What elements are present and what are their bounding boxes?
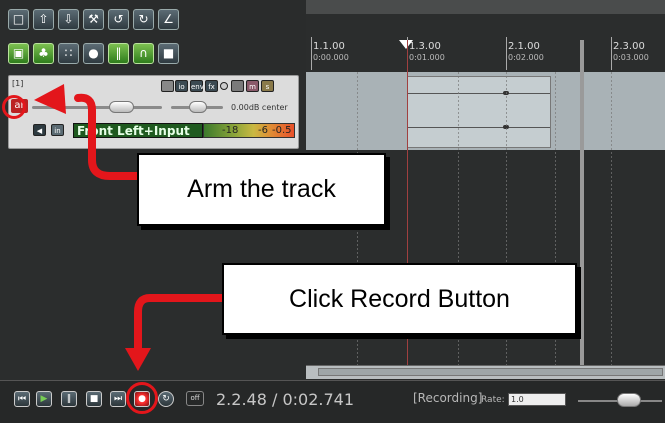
callout-arm-track: Arm the track bbox=[137, 153, 386, 226]
arrow-head-record-icon bbox=[125, 348, 151, 371]
arrow-to-arm bbox=[74, 93, 141, 180]
callout-click-record: Click Record Button bbox=[222, 263, 577, 335]
record-highlight-ring bbox=[126, 382, 158, 414]
arrow-head-arm-icon bbox=[34, 84, 66, 114]
arrow-to-record bbox=[134, 294, 226, 356]
arm-highlight-ring bbox=[2, 95, 26, 119]
